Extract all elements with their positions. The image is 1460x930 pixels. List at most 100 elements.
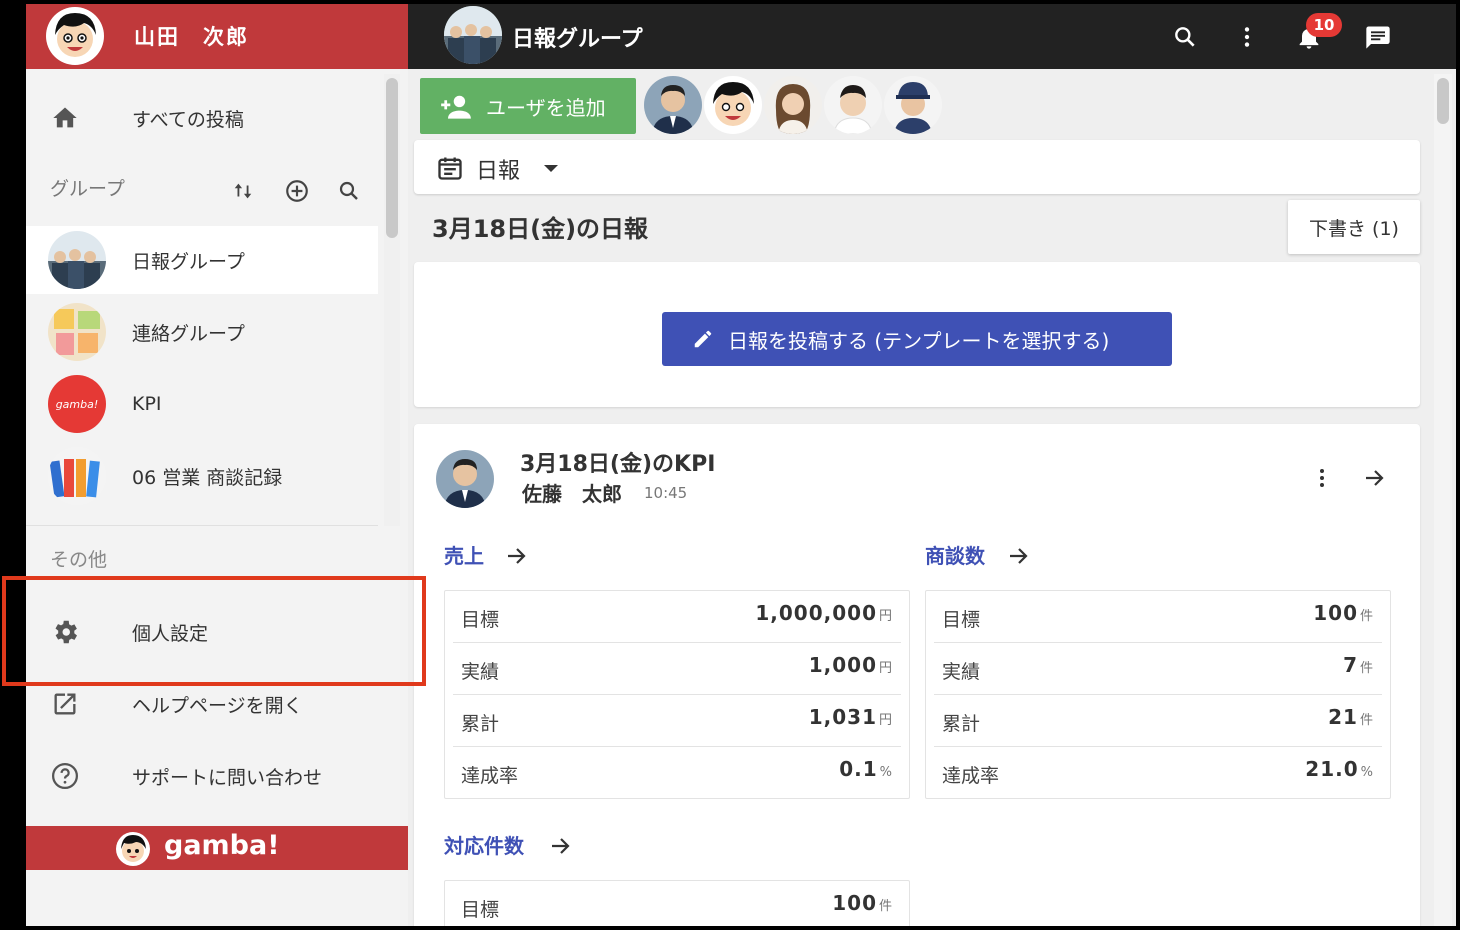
member-avatar[interactable] [764, 76, 822, 134]
sidebar-item-label: ヘルプページを開く [132, 694, 303, 717]
chat-icon[interactable] [1363, 22, 1393, 52]
metric-label: 実績 [461, 661, 500, 683]
report-type-select[interactable]: 日報 [414, 140, 1420, 194]
brand-mascot-icon [116, 832, 150, 866]
notification-badge: 10 [1306, 13, 1342, 37]
sidebar-item-label: KPI [132, 393, 162, 415]
other-header: その他 [50, 549, 108, 571]
metric-label: 実績 [942, 661, 981, 683]
sidebar-item-kpi[interactable]: gamba! KPI [26, 370, 378, 438]
metric-value: 21 件 [1328, 705, 1374, 729]
eigyo-group-thumbnail [48, 447, 106, 505]
user-avatar[interactable] [46, 7, 104, 65]
sort-icon[interactable] [230, 178, 256, 204]
help-icon [50, 761, 80, 791]
member-avatar[interactable] [644, 76, 702, 134]
metric-row: 目標 1,000,000 円 [453, 591, 901, 643]
metric-value: 1,000,000 円 [755, 601, 893, 625]
nippo-group-thumbnail [48, 231, 106, 289]
main-content: 日報グループ 10 ユーザを追加 日報 3月18日(金)の日報 下書き (1) … [408, 4, 1456, 926]
metric-value: 1,031 円 [808, 705, 893, 729]
post-report-label: 日報を投稿する (テンプレートを選択する) [728, 328, 1110, 353]
metric-table-responses: 目標 100 件 [444, 880, 910, 926]
add-group-icon[interactable] [284, 178, 310, 204]
metric-row: 累計 21 件 [934, 695, 1382, 747]
dropdown-arrow-icon [542, 162, 560, 174]
metric-row: 目標 100 件 [453, 881, 901, 926]
main-scrollbar[interactable] [1434, 74, 1452, 926]
sidebar-item-renraku-group[interactable]: 連絡グループ [26, 298, 378, 366]
page-title: 日報グループ [512, 27, 643, 52]
section-title-negotiations[interactable]: 商談数 [925, 540, 985, 569]
brand-footer: gamba! [26, 826, 408, 870]
arrow-right-icon[interactable] [1006, 544, 1030, 568]
user-header[interactable]: 山田 次郎 [26, 4, 408, 69]
sidebar-item-support[interactable]: サポートに問い合わせ [26, 742, 378, 810]
date-title: 3月18日(金)の日報 [432, 215, 649, 243]
arrow-right-icon[interactable] [504, 544, 528, 568]
group-avatar[interactable] [444, 6, 502, 64]
main-scrollbar-thumb[interactable] [1437, 78, 1449, 124]
author-avatar[interactable] [436, 450, 494, 508]
user-name: 山田 次郎 [134, 25, 249, 49]
metric-label: 累計 [942, 713, 981, 735]
more-vert-icon[interactable] [1232, 22, 1262, 52]
sidebar-divider [26, 525, 378, 526]
metric-value: 21.0% [1305, 757, 1374, 781]
post-card: 日報を投稿する (テンプレートを選択する) [414, 262, 1420, 407]
metric-row: 達成率 0.1% [453, 747, 901, 798]
sidebar: 山田 次郎 すべての投稿 グループ 日報グループ 連絡グループ gamba! K… [26, 4, 408, 926]
kpi-title: 3月18日(金)のKPI [520, 452, 716, 477]
person-add-icon [440, 93, 472, 119]
member-avatar[interactable] [824, 76, 882, 134]
section-title-responses[interactable]: 対応件数 [444, 830, 524, 859]
metric-table-negotiations: 目標 100 件 実績 7 件 累計 21 件 達成率 21.0% [925, 590, 1391, 799]
sidebar-item-all-posts[interactable]: すべての投稿 [26, 84, 378, 152]
home-icon [50, 103, 80, 133]
metric-label: 目標 [461, 609, 500, 631]
app-window: 山田 次郎 すべての投稿 グループ 日報グループ 連絡グループ gamba! K… [26, 4, 1456, 926]
sidebar-item-label: 06 営業 商談記録 [132, 466, 283, 489]
sidebar-item-label: 連絡グループ [132, 322, 245, 345]
open-post-arrow-icon[interactable] [1362, 466, 1386, 490]
metric-row: 実績 1,000 円 [453, 643, 901, 695]
report-type-label: 日報 [476, 159, 521, 184]
post-time: 10:45 [644, 484, 688, 502]
renraku-group-thumbnail [48, 303, 106, 361]
sidebar-scrollbar[interactable] [384, 74, 400, 526]
member-avatar[interactable] [884, 76, 942, 134]
search-icon[interactable] [1170, 22, 1200, 52]
metric-row: 累計 1,031 円 [453, 695, 901, 747]
member-avatar[interactable] [704, 76, 762, 134]
top-app-bar: 日報グループ 10 [408, 4, 1456, 69]
metric-label: 達成率 [461, 765, 519, 787]
sidebar-scrollbar-thumb[interactable] [386, 78, 398, 238]
sidebar-item-eigyo-shodan[interactable]: 06 営業 商談記録 [26, 442, 378, 510]
arrow-right-icon[interactable] [548, 834, 572, 858]
search-group-icon[interactable] [336, 178, 362, 204]
sidebar-item-nippo-group[interactable]: 日報グループ [26, 226, 378, 294]
highlight-annotation-box [2, 576, 426, 686]
post-more-icon[interactable] [1310, 466, 1334, 490]
metric-label: 達成率 [942, 765, 1000, 787]
add-user-button[interactable]: ユーザを追加 [420, 78, 636, 134]
metric-value: 1,000 円 [808, 653, 893, 677]
metric-value: 0.1% [839, 757, 893, 781]
section-title-sales[interactable]: 売上 [444, 540, 484, 569]
metric-value: 100 件 [832, 891, 893, 915]
calendar-icon [436, 154, 464, 182]
metric-label: 目標 [942, 609, 981, 631]
author-name: 佐藤 太郎 [522, 482, 622, 506]
metric-value: 7件 [1343, 653, 1374, 677]
metric-row: 実績 7 件 [934, 643, 1382, 695]
post-report-button[interactable]: 日報を投稿する (テンプレートを選択する) [662, 312, 1172, 366]
metric-label: 目標 [461, 899, 500, 921]
metric-value: 100 件 [1313, 601, 1374, 625]
draft-button[interactable]: 下書き (1) [1288, 200, 1420, 254]
groups-header: グループ [50, 178, 125, 200]
sidebar-item-label: 日報グループ [132, 250, 245, 273]
kpi-group-thumbnail: gamba! [48, 375, 106, 433]
edit-icon [692, 328, 714, 350]
metric-table-sales: 目標 1,000,000 円 実績 1,000 円 累計 1,031 円 達成率 0.1% [444, 590, 910, 799]
kpi-post-card: 3月18日(金)のKPI 佐藤 太郎 10:45 売上 目標 1,000,000 円… [414, 424, 1420, 926]
